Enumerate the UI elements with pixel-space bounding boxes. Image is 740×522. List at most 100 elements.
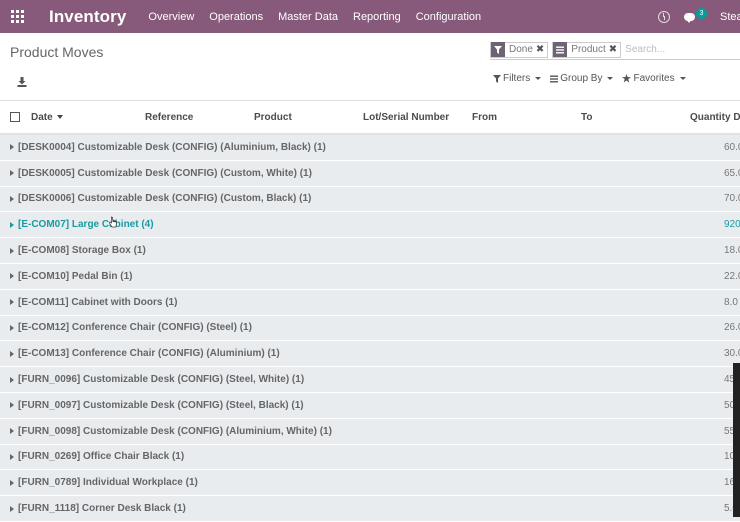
group-row[interactable]: [FURN_0096] Customizable Desk (CONFIG) (… xyxy=(0,367,740,393)
caret-right-icon xyxy=(10,324,14,331)
column-date[interactable]: Date xyxy=(31,112,63,123)
filter-icon xyxy=(493,74,501,83)
group-row[interactable]: [E-COM08] Storage Box (1) 18.0 xyxy=(0,238,740,264)
group-row[interactable]: [DESK0004] Customizable Desk (CONFIG) (A… xyxy=(0,135,740,161)
column-product[interactable]: Product xyxy=(254,112,292,123)
group-name: [E-COM12] Conference Chair (CONFIG) (Ste… xyxy=(18,322,252,334)
caret-right-icon xyxy=(10,273,14,280)
group-name: [E-COM07] Large Cabinet (4) xyxy=(18,219,154,231)
caret-right-icon xyxy=(10,428,14,435)
group-name: [FURN_0269] Office Chair Black (1) xyxy=(18,451,185,463)
group-by-icon xyxy=(553,42,568,57)
message-count-badge: 3 xyxy=(696,7,707,19)
group-name: [E-COM10] Pedal Bin (1) xyxy=(18,270,133,282)
apps-menu-icon[interactable] xyxy=(0,0,34,33)
search-options: Filters Group By Favorites xyxy=(493,73,695,84)
activity-clock-icon[interactable] xyxy=(658,10,670,23)
group-row[interactable]: [FURN_0789] Individual Workplace (1)16.0 xyxy=(0,470,740,497)
group-row[interactable]: [E-COM10] Pedal Bin (1) 22.0 xyxy=(0,263,740,290)
group-quantity: 70.0 xyxy=(724,193,740,205)
group-quantity: 60.0 xyxy=(724,141,740,153)
caret-right-icon xyxy=(10,453,14,460)
group-name: [DESK0005] Customizable Desk (CONFIG) (C… xyxy=(18,167,312,179)
user-menu[interactable]: Steal xyxy=(720,11,740,23)
caret-right-icon xyxy=(10,195,14,202)
facet-done: Done ✖ xyxy=(490,41,549,58)
group-name: [E-COM13] Conference Chair (CONFIG) (Alu… xyxy=(18,348,280,360)
group-row[interactable]: [FURN_1118] Corner Desk Black (1) 5.0 xyxy=(0,496,740,522)
caret-right-icon xyxy=(10,221,14,228)
group-by-dropdown[interactable]: Group By xyxy=(550,73,614,84)
filters-dropdown[interactable]: Filters xyxy=(493,73,542,84)
group-quantity: 8.0 xyxy=(724,296,738,308)
group-name: [DESK0006] Customizable Desk (CONFIG) (C… xyxy=(18,193,312,205)
group-row[interactable]: [FURN_0269] Office Chair Black (1)10.0 xyxy=(0,444,740,471)
favorites-label: Favorites xyxy=(633,73,675,84)
group-name: [DESK0004] Customizable Desk (CONFIG) (A… xyxy=(18,141,326,153)
facet-product: Product ✖ xyxy=(552,41,622,58)
group-name: [FURN_0789] Individual Workplace (1) xyxy=(18,477,198,489)
caret-right-icon xyxy=(10,505,14,512)
group-quantity: 18.0 xyxy=(724,245,740,257)
caret-right-icon xyxy=(10,350,14,357)
group-row[interactable]: [FURN_0097] Customizable Desk (CONFIG) (… xyxy=(0,392,740,419)
group-name: [FURN_0097] Customizable Desk (CONFIG) (… xyxy=(18,399,304,411)
caret-right-icon xyxy=(10,144,14,151)
caret-right-icon xyxy=(10,479,14,486)
menu-configuration[interactable]: Configuration xyxy=(416,11,481,23)
column-lot-serial[interactable]: Lot/Serial Number xyxy=(363,112,449,123)
scrollbar[interactable] xyxy=(733,363,740,517)
group-name: [FURN_0098] Customizable Desk (CONFIG) (… xyxy=(18,425,332,437)
messages-chat-icon[interactable]: 3 xyxy=(684,7,707,23)
column-to[interactable]: To xyxy=(581,112,592,123)
group-quantity: 65.0 xyxy=(724,167,740,179)
mouse-cursor-icon xyxy=(109,216,117,228)
menu-master-data[interactable]: Master Data xyxy=(278,11,338,23)
list-header: Date Reference Product Lot/Serial Number… xyxy=(0,101,740,135)
top-navbar: Inventory Overview Operations Master Dat… xyxy=(0,0,740,33)
search-bar: Done ✖ Product ✖ xyxy=(490,40,740,60)
group-quantity: 22.0 xyxy=(724,270,740,282)
caret-right-icon xyxy=(10,247,14,254)
search-input[interactable] xyxy=(625,44,736,55)
group-name: [FURN_0096] Customizable Desk (CONFIG) (… xyxy=(18,374,305,386)
group-by-label: Group By xyxy=(560,73,603,84)
caret-down-icon xyxy=(679,77,686,80)
remove-facet-icon[interactable]: ✖ xyxy=(609,44,620,55)
group-quantity: 920.0 xyxy=(724,219,740,231)
group-row[interactable]: [DESK0006] Customizable Desk (CONFIG) (C… xyxy=(0,186,740,213)
caret-right-icon xyxy=(10,170,14,177)
column-quantity-done[interactable]: Quantity D xyxy=(690,112,740,123)
select-all-checkbox[interactable] xyxy=(10,112,20,122)
menu-operations[interactable]: Operations xyxy=(209,11,263,23)
star-icon xyxy=(622,74,632,83)
group-row[interactable]: [E-COM12] Conference Chair (CONFIG) (Ste… xyxy=(0,315,740,342)
group-row[interactable]: [FURN_0098] Customizable Desk (CONFIG) (… xyxy=(0,418,740,445)
group-name: [FURN_1118] Corner Desk Black (1) xyxy=(18,503,186,515)
app-title[interactable]: Inventory xyxy=(49,7,126,27)
caret-right-icon xyxy=(10,299,14,306)
column-label: Date xyxy=(31,112,53,123)
facet-label: Product xyxy=(571,44,606,55)
download-icon[interactable] xyxy=(17,74,29,87)
group-name: [E-COM08] Storage Box (1) xyxy=(18,245,146,257)
facet-label: Done xyxy=(509,44,533,55)
column-from[interactable]: From xyxy=(472,112,497,123)
filter-icon xyxy=(491,42,505,57)
favorites-dropdown[interactable]: Favorites xyxy=(622,73,686,84)
menu-reporting[interactable]: Reporting xyxy=(353,11,401,23)
group-row[interactable]: [E-COM13] Conference Chair (CONFIG) (Alu… xyxy=(0,341,740,368)
caret-down-icon xyxy=(535,77,542,80)
caret-right-icon xyxy=(10,402,14,409)
group-row[interactable]: [E-COM11] Cabinet with Doors (1) 8.0 xyxy=(0,289,740,316)
main-menu: Overview Operations Master Data Reportin… xyxy=(148,11,496,23)
control-panel: Product Moves Done ✖ Product ✖ Filters xyxy=(0,33,740,101)
menu-overview[interactable]: Overview xyxy=(148,11,194,23)
sort-desc-icon xyxy=(56,115,63,120)
page-title: Product Moves xyxy=(10,44,104,60)
remove-facet-icon[interactable]: ✖ xyxy=(536,44,547,55)
group-row[interactable]: [DESK0005] Customizable Desk (CONFIG) (C… xyxy=(0,160,740,187)
filters-label: Filters xyxy=(503,73,531,84)
caret-down-icon xyxy=(607,77,614,80)
column-reference[interactable]: Reference xyxy=(145,112,193,123)
